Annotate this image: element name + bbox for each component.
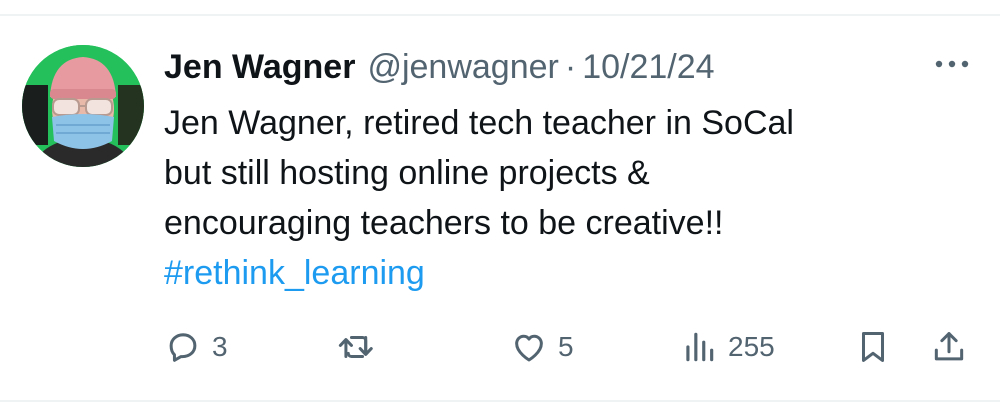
hashtag-link[interactable]: #rethink_learning (164, 248, 964, 298)
bookmark-icon (861, 332, 885, 362)
retweet-button[interactable] (336, 326, 388, 368)
share-icon (934, 332, 964, 361)
top-divider (0, 14, 1000, 16)
tweet-card: Jen Wagner @jenwagner · 10/21/24 Jen Wag… (0, 0, 1000, 415)
views-button[interactable]: 255 (680, 326, 775, 368)
tweet-date[interactable]: 10/21/24 (582, 44, 714, 90)
reply-button[interactable]: 3 (164, 326, 228, 368)
tweet-text-line: but still hosting online projects & (164, 154, 650, 192)
tweet-text-line: Jen Wagner, retired tech teacher in SoCa… (164, 104, 794, 142)
like-button[interactable]: 5 (510, 326, 574, 368)
display-name[interactable]: Jen Wagner (164, 44, 355, 90)
tweet-text: Jen Wagner, retired tech teacher in SoCa… (164, 98, 964, 298)
header-separator: · (564, 48, 577, 86)
more-icon (935, 60, 969, 68)
reply-icon (169, 333, 197, 362)
heart-icon (515, 334, 543, 362)
reply-count: 3 (212, 331, 228, 362)
retweet-icon (338, 335, 373, 359)
profile-photo-icon (22, 45, 144, 167)
share-button[interactable] (930, 326, 968, 368)
tweet-header: Jen Wagner @jenwagner · 10/21/24 (164, 44, 715, 90)
views-count: 255 (728, 331, 775, 362)
bookmark-button[interactable] (854, 326, 892, 368)
avatar[interactable] (22, 45, 144, 167)
like-count: 5 (558, 331, 574, 362)
views-icon (686, 332, 714, 362)
bottom-divider (0, 400, 1000, 402)
more-options-button[interactable] (932, 52, 972, 80)
user-handle[interactable]: @jenwagner (367, 44, 558, 90)
tweet-actions: 3 5 255 (0, 326, 1000, 368)
tweet-text-line: encouraging teachers to be creative!! (164, 204, 724, 242)
